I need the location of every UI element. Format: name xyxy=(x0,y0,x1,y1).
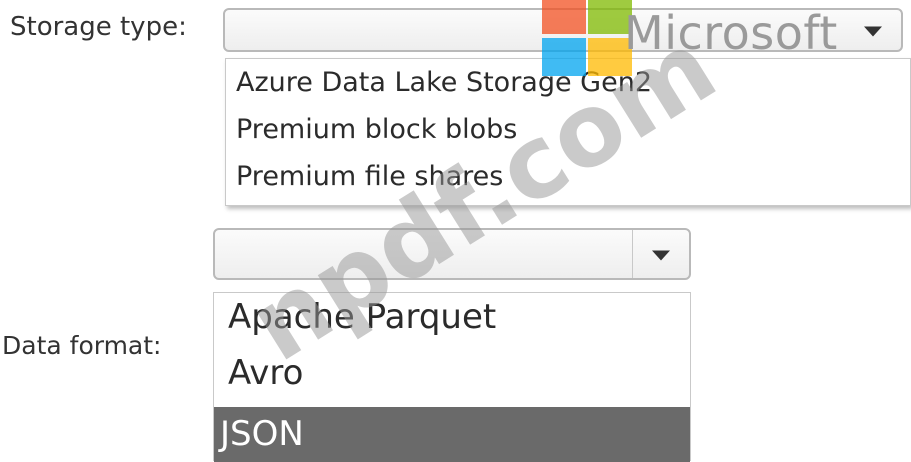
chevron-down-icon xyxy=(652,250,670,261)
storage-type-option[interactable]: Premium block blobs xyxy=(236,114,910,145)
data-format-option[interactable]: Avro xyxy=(214,353,690,407)
microsoft-wordmark: Microsoft xyxy=(624,6,838,60)
data-format-option[interactable]: Apache Parquet xyxy=(214,297,690,353)
data-format-dropdown-toggle[interactable] xyxy=(632,230,689,278)
storage-type-label: Storage type: xyxy=(10,12,187,42)
microsoft-logo xyxy=(538,0,632,80)
data-format-label: Data format: xyxy=(2,331,162,360)
logo-blue-square xyxy=(542,38,586,76)
storage-type-options-list: Azure Data Lake Storage Gen2 Premium blo… xyxy=(225,58,911,206)
chevron-down-icon xyxy=(864,26,882,37)
logo-red-square xyxy=(542,0,586,34)
data-format-dropdown[interactable] xyxy=(213,228,691,280)
data-format-option-highlighted[interactable]: JSON xyxy=(214,407,690,462)
storage-type-option[interactable]: Premium file shares xyxy=(236,161,910,192)
storage-type-dropdown-toggle[interactable] xyxy=(845,10,901,50)
data-format-options-list: Apache Parquet Avro JSON xyxy=(213,292,691,462)
